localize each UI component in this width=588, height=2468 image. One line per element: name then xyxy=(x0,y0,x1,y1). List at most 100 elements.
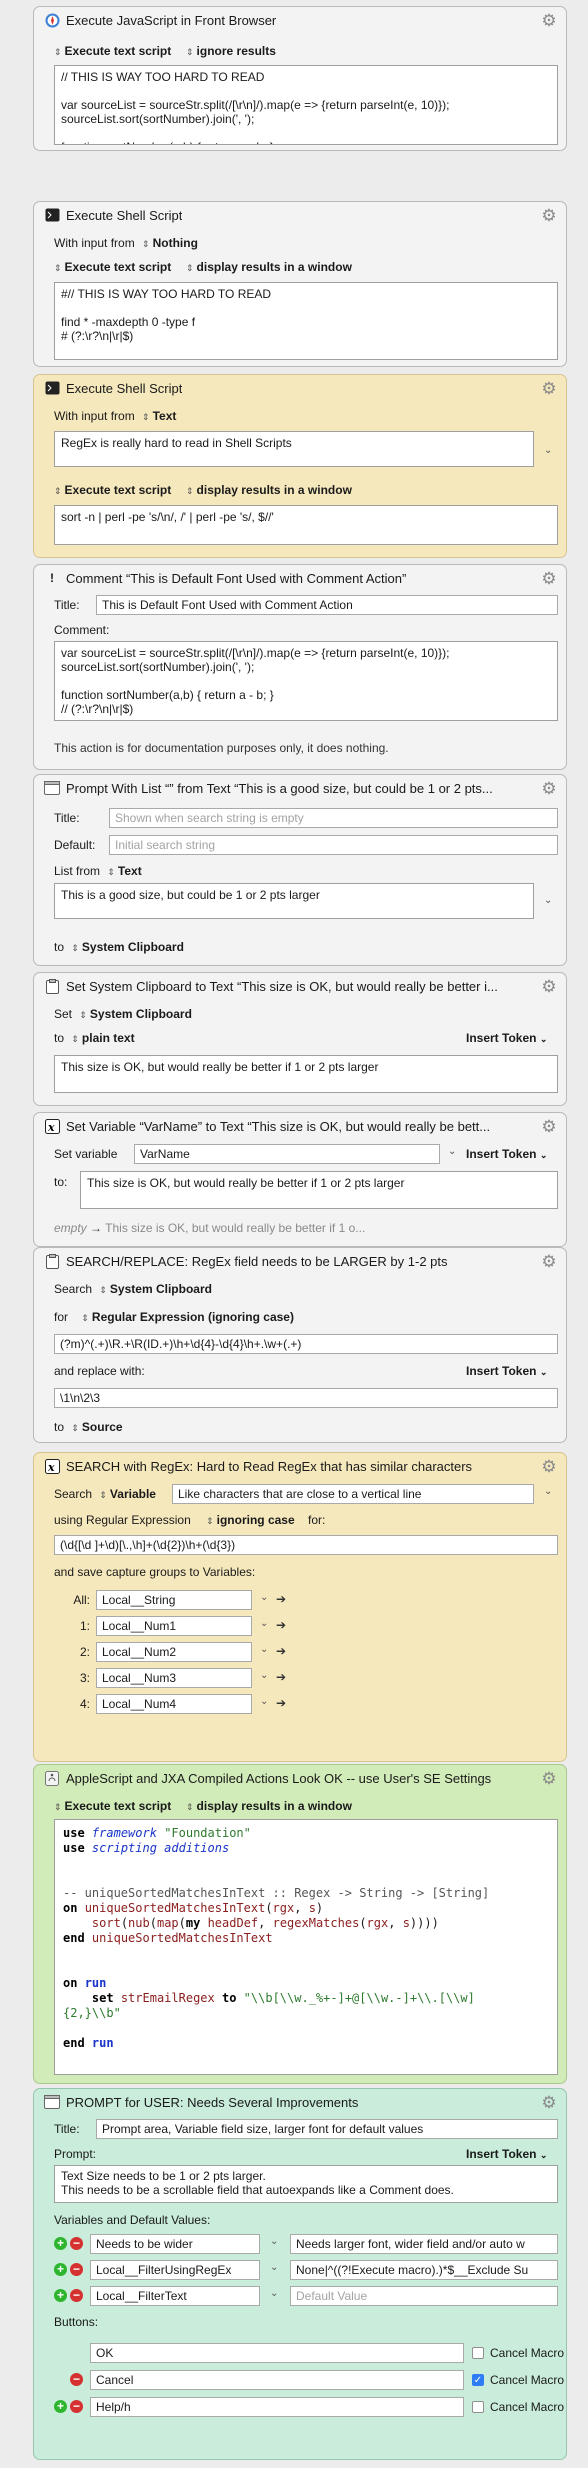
insert-token-menu[interactable]: Insert Token ⌄ xyxy=(466,1364,547,1378)
remove-icon[interactable]: − xyxy=(70,2263,83,2276)
title-field[interactable]: Shown when search string is empty xyxy=(109,808,558,828)
title-field[interactable]: This is Default Font Used with Comment A… xyxy=(96,595,558,615)
capture-variable-field[interactable]: Local__Num1 xyxy=(96,1616,252,1636)
chevron-down-icon[interactable]: ⌄ xyxy=(544,895,552,906)
button-name-field[interactable]: Help/h xyxy=(90,2397,464,2417)
remove-icon[interactable]: − xyxy=(70,2373,83,2386)
gear-icon[interactable]: ⚙ xyxy=(540,1458,558,1476)
input-from-popup[interactable]: ⇕ Text xyxy=(138,409,176,423)
chevron-down-icon[interactable]: ⌄ xyxy=(270,2236,278,2247)
remove-icon[interactable]: − xyxy=(70,2237,83,2250)
capture-variable-field[interactable]: Local__Num2 xyxy=(96,1642,252,1662)
default-value-field[interactable]: Needs larger font, wider field and/or au… xyxy=(290,2234,558,2254)
gear-icon[interactable]: ⚙ xyxy=(540,978,558,996)
script-text-area[interactable]: #// THIS IS WAY TOO HARD TO READ find * … xyxy=(54,282,558,360)
input-from-popup[interactable]: ⇕ Nothing xyxy=(138,236,198,250)
gear-icon[interactable]: ⚙ xyxy=(540,1118,558,1136)
default-value-field[interactable]: None|^((?!Execute macro).)*$__Exclude Su xyxy=(290,2260,558,2280)
gear-icon[interactable]: ⚙ xyxy=(540,1253,558,1271)
chevron-down-icon[interactable]: ⌄ xyxy=(544,445,552,456)
arrow-right-icon[interactable]: ➔ xyxy=(276,1696,286,1710)
chevron-down-icon[interactable]: ⌄ xyxy=(270,2288,278,2299)
button-name-field[interactable]: OK xyxy=(90,2343,464,2363)
chevron-down-icon[interactable]: ⌄ xyxy=(544,1486,552,1497)
chevron-down-icon[interactable]: ⌄ xyxy=(260,1696,268,1707)
script-text-area[interactable]: // THIS IS WAY TOO HARD TO READ var sour… xyxy=(54,65,558,145)
execute-option-popup[interactable]: ⇕ Execute text script xyxy=(54,44,171,58)
destination-popup[interactable]: ⇕ Source xyxy=(67,1420,122,1434)
case-popup[interactable]: ⇕ ignoring case xyxy=(206,1513,295,1527)
execute-option-popup[interactable]: ⇕ Execute text script xyxy=(54,260,171,274)
add-icon[interactable]: + xyxy=(54,2289,67,2302)
chevron-down-icon[interactable]: ⌄ xyxy=(260,1644,268,1655)
cancel-macro-checkbox[interactable] xyxy=(472,2401,484,2413)
search-source-popup[interactable]: ⇕ System Clipboard xyxy=(95,1282,212,1296)
comment-note: This action is for documentation purpose… xyxy=(54,741,389,755)
results-option-popup[interactable]: ⇕ display results in a window xyxy=(186,483,352,497)
to-popup[interactable]: ⇕ System Clipboard xyxy=(67,940,184,954)
default-value-field[interactable]: Default Value xyxy=(290,2286,558,2306)
title-field[interactable]: Prompt area, Variable field size, larger… xyxy=(96,2119,558,2139)
comment-text-area[interactable]: var sourceList = sourceStr.split(/[\r\n]… xyxy=(54,641,558,721)
format-popup[interactable]: ⇕ plain text xyxy=(67,1031,134,1045)
results-option-popup[interactable]: ⇕ display results in a window xyxy=(186,260,352,274)
button-name-field[interactable]: Cancel xyxy=(90,2370,464,2390)
results-option-popup[interactable]: ⇕ ignore results xyxy=(186,44,276,58)
remove-icon[interactable]: − xyxy=(70,2400,83,2413)
svg-text:x: x xyxy=(47,1121,55,1134)
chevron-down-icon[interactable]: ⌄ xyxy=(260,1618,268,1629)
arrow-right-icon[interactable]: ➔ xyxy=(276,1592,286,1606)
regex-field[interactable]: (?m)^(.+)\R.+\R(ID.+)\h+\d{4}-\d{4}\h+.\… xyxy=(54,1334,558,1354)
gear-icon[interactable]: ⚙ xyxy=(540,780,558,798)
list-from-popup[interactable]: ⇕ Text xyxy=(103,864,141,878)
insert-token-menu[interactable]: Insert Token ⌄ xyxy=(466,1031,547,1045)
variable-name-field[interactable]: Local__FilterUsingRegEx xyxy=(90,2260,260,2280)
input-text-field[interactable]: RegEx is really hard to read in Shell Sc… xyxy=(54,431,534,467)
variable-name-field[interactable]: Needs to be wider xyxy=(90,2234,260,2254)
action-search-replace: SEARCH/REPLACE: RegEx field needs to be … xyxy=(33,1247,567,1443)
add-icon[interactable]: + xyxy=(54,2400,67,2413)
results-option-popup[interactable]: ⇕ display results in a window xyxy=(186,1799,352,1813)
arrow-right-icon[interactable]: ➔ xyxy=(276,1670,286,1684)
prompt-text-field[interactable]: Text Size needs to be 1 or 2 pts larger.… xyxy=(54,2165,558,2203)
chevron-down-icon[interactable]: ⌄ xyxy=(448,1146,456,1157)
comment-label: Comment: xyxy=(54,623,110,637)
search-source-popup[interactable]: ⇕ Variable xyxy=(95,1487,156,1501)
add-icon[interactable]: + xyxy=(54,2237,67,2250)
gear-icon[interactable]: ⚙ xyxy=(540,380,558,398)
clipboard-popup[interactable]: ⇕ System Clipboard xyxy=(75,1007,192,1021)
variable-name-field[interactable]: VarName xyxy=(134,1144,440,1164)
arrow-right-icon[interactable]: ➔ xyxy=(276,1644,286,1658)
variable-value-field[interactable]: This size is OK, but would really be bet… xyxy=(80,1171,558,1209)
default-field[interactable]: Initial search string xyxy=(109,835,558,855)
capture-variable-field[interactable]: Local__Num4 xyxy=(96,1694,252,1714)
regex-field[interactable]: (\d{[\d ]+\d)[\.,\h]+(\d{2})\h+(\d{3}) xyxy=(54,1535,558,1555)
add-icon[interactable]: + xyxy=(54,2263,67,2276)
gear-icon[interactable]: ⚙ xyxy=(540,207,558,225)
clipboard-text-field[interactable]: This size is OK, but would really be bet… xyxy=(54,1055,558,1093)
insert-token-menu[interactable]: Insert Token ⌄ xyxy=(466,2147,547,2161)
list-text-field[interactable]: This is a good size, but could be 1 or 2… xyxy=(54,883,534,919)
gear-icon[interactable]: ⚙ xyxy=(540,570,558,588)
capture-variable-field[interactable]: Local__Num3 xyxy=(96,1668,252,1688)
cancel-macro-checkbox[interactable]: ✓ xyxy=(472,2374,484,2386)
execute-option-popup[interactable]: ⇕ Execute text script xyxy=(54,483,171,497)
execute-option-popup[interactable]: ⇕ Execute text script xyxy=(54,1799,171,1813)
insert-token-menu[interactable]: Insert Token ⌄ xyxy=(466,1147,547,1161)
script-editor[interactable]: use framework "Foundation" use scripting… xyxy=(54,1819,558,2075)
remove-icon[interactable]: − xyxy=(70,2289,83,2302)
replace-field[interactable]: \1\n\2\3 xyxy=(54,1388,558,1408)
arrow-right-icon[interactable]: ➔ xyxy=(276,1618,286,1632)
cancel-macro-checkbox[interactable] xyxy=(472,2347,484,2359)
gear-icon[interactable]: ⚙ xyxy=(540,2094,558,2112)
chevron-down-icon[interactable]: ⌄ xyxy=(270,2262,278,2273)
gear-icon[interactable]: ⚙ xyxy=(540,1770,558,1788)
match-type-popup[interactable]: ⇕ Regular Expression (ignoring case) xyxy=(81,1310,294,1324)
chevron-down-icon[interactable]: ⌄ xyxy=(260,1592,268,1603)
gear-icon[interactable]: ⚙ xyxy=(540,12,558,30)
search-variable-field[interactable]: Like characters that are close to a vert… xyxy=(172,1484,534,1504)
capture-variable-field[interactable]: Local__String xyxy=(96,1590,252,1610)
chevron-down-icon[interactable]: ⌄ xyxy=(260,1670,268,1681)
variable-name-field[interactable]: Local__FilterText xyxy=(90,2286,260,2306)
script-text-area[interactable]: sort -n | perl -pe 's/\n/, /' | perl -pe… xyxy=(54,505,558,545)
